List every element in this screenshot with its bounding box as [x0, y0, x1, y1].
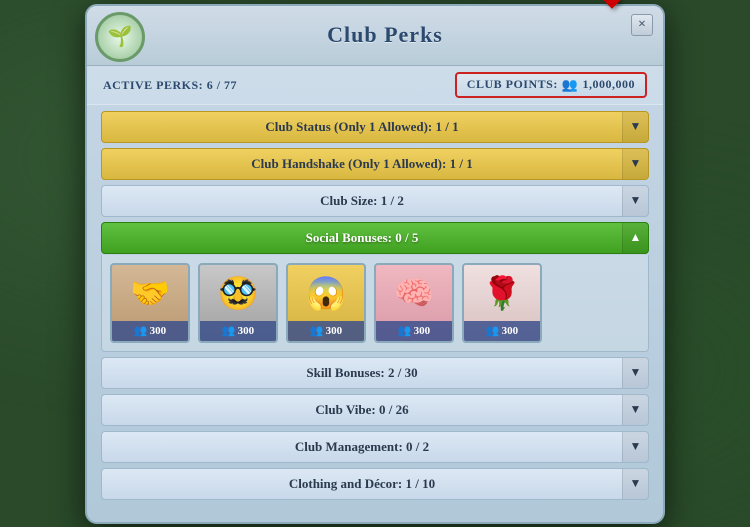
people-icon-1: 👥 [134, 324, 148, 337]
close-button[interactable]: × [631, 14, 653, 36]
perk-items-grid: 🤝 👥 300 🥸 👥 300 😱 👥 [110, 263, 640, 343]
perk-row-skill-bonuses[interactable]: Skill Bonuses: 2 / 30 ▼ [101, 357, 649, 389]
perk-item-mouth[interactable]: 😱 👥 300 [286, 263, 366, 343]
perk-cost-handshake: 👥 300 [112, 321, 188, 341]
perks-list: Club Status (Only 1 Allowed): 1 / 1 ▼ Cl… [87, 105, 663, 506]
people-icon: 👥 [562, 77, 579, 93]
arrow-indicator: ⬇ [597, 0, 627, 16]
perk-label-skill-bonuses: Skill Bonuses: 2 / 30 [102, 365, 622, 381]
perk-cost-glasses: 👥 300 [200, 321, 276, 341]
perk-label-club-status: Club Status (Only 1 Allowed): 1 / 1 [102, 119, 622, 135]
perk-arrow-club-vibe: ▼ [622, 395, 648, 425]
mouth-icon: 😱 [288, 265, 364, 321]
perk-cost-brain: 👥 300 [376, 321, 452, 341]
perk-arrow-club-size: ▼ [622, 186, 648, 216]
active-perks-label: Active Perks: 6 / 77 [103, 78, 237, 92]
perk-arrow-club-handshake: ▼ [622, 149, 648, 179]
social-bonuses-expanded: 🤝 👥 300 🥸 👥 300 😱 👥 [101, 255, 649, 352]
club-points-value: 1,000,000 [583, 77, 636, 92]
perk-row-club-handshake[interactable]: Club Handshake (Only 1 Allowed): 1 / 1 ▼ [101, 148, 649, 180]
perk-arrow-club-status: ▼ [622, 112, 648, 142]
perk-row-clothing-decor[interactable]: Clothing and Décor: 1 / 10 ▼ [101, 468, 649, 500]
perk-item-glasses[interactable]: 🥸 👥 300 [198, 263, 278, 343]
modal-header: 🌱 ⬇ Club Perks × [87, 6, 663, 66]
perk-label-social-bonuses: Social Bonuses: 0 / 5 [102, 230, 622, 246]
perk-row-club-management[interactable]: Club Management: 0 / 2 ▼ [101, 431, 649, 463]
perk-row-club-size[interactable]: Club Size: 1 / 2 ▼ [101, 185, 649, 217]
perk-arrow-club-management: ▼ [622, 432, 648, 462]
perk-row-club-status[interactable]: Club Status (Only 1 Allowed): 1 / 1 ▼ [101, 111, 649, 143]
club-icon: 🌱 [95, 12, 145, 62]
stats-bar: Active Perks: 6 / 77 Club Points: 👥 1,00… [87, 66, 663, 105]
perk-arrow-social-bonuses: ▲ [622, 223, 648, 253]
modal-title: Club Perks [327, 22, 443, 48]
club-points-badge: Club Points: 👥 1,000,000 [455, 72, 647, 98]
glasses-icon: 🥸 [200, 265, 276, 321]
perk-cost-rose: 👥 300 [464, 321, 540, 341]
perk-label-clothing-decor: Clothing and Décor: 1 / 10 [102, 476, 622, 492]
people-icon-3: 👥 [310, 324, 324, 337]
club-perks-modal: 🌱 ⬇ Club Perks × Active Perks: 6 / 77 Cl… [85, 4, 665, 524]
perk-arrow-clothing-decor: ▼ [622, 469, 648, 499]
club-points-label: Club Points: [467, 77, 558, 92]
perk-item-handshake[interactable]: 🤝 👥 300 [110, 263, 190, 343]
rose-icon: 🌹 [464, 265, 540, 321]
handshake-icon: 🤝 [112, 265, 188, 321]
brain-icon: 🧠 [376, 265, 452, 321]
active-perks-display: Active Perks: 6 / 77 [103, 76, 237, 94]
perk-label-club-vibe: Club Vibe: 0 / 26 [102, 402, 622, 418]
perk-row-club-vibe[interactable]: Club Vibe: 0 / 26 ▼ [101, 394, 649, 426]
people-icon-2: 👥 [222, 324, 236, 337]
perk-item-brain[interactable]: 🧠 👥 300 [374, 263, 454, 343]
perk-item-rose[interactable]: 🌹 👥 300 [462, 263, 542, 343]
perk-row-social-bonuses[interactable]: Social Bonuses: 0 / 5 ▲ [101, 222, 649, 254]
people-icon-4: 👥 [398, 324, 412, 337]
perk-label-club-handshake: Club Handshake (Only 1 Allowed): 1 / 1 [102, 156, 622, 172]
perk-label-club-size: Club Size: 1 / 2 [102, 193, 622, 209]
people-icon-5: 👥 [486, 324, 500, 337]
perk-cost-mouth: 👥 300 [288, 321, 364, 341]
perk-label-club-management: Club Management: 0 / 2 [102, 439, 622, 455]
perk-arrow-skill-bonuses: ▼ [622, 358, 648, 388]
